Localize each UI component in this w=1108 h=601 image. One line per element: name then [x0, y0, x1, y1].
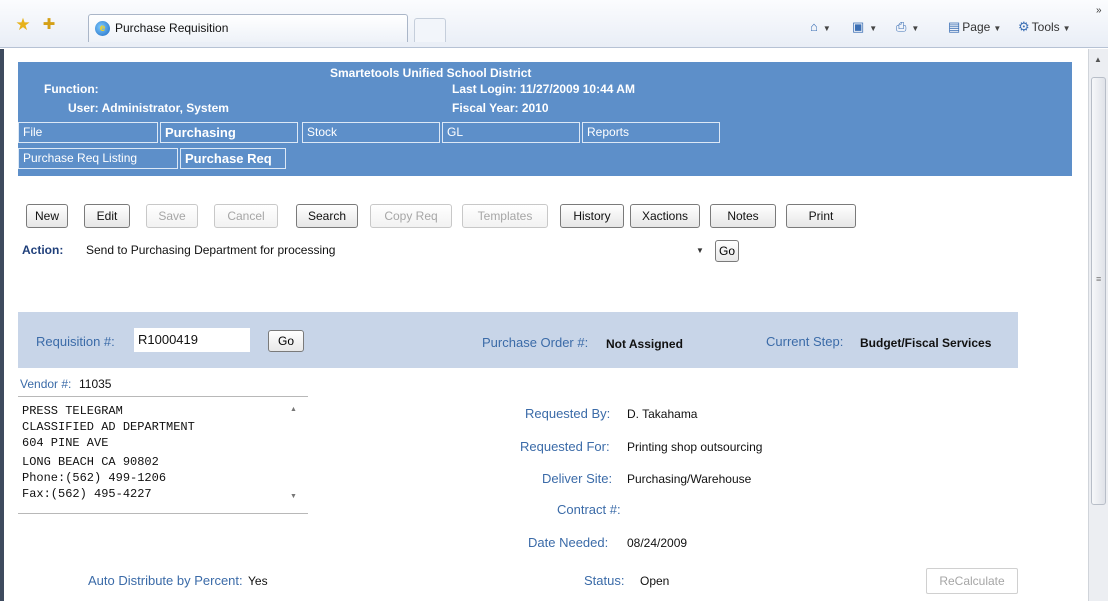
address-line: 604 PINE AVE: [22, 436, 109, 450]
notes-button[interactable]: Notes: [710, 204, 776, 228]
templates-button[interactable]: Templates: [462, 204, 548, 228]
grip-icon: ≡: [1096, 274, 1102, 284]
edit-button[interactable]: Edit: [84, 204, 130, 228]
requested-for-value: Printing shop outsourcing: [627, 440, 763, 454]
action-label: Action:: [22, 243, 64, 257]
auto-distribute-label: Auto Distribute by Percent:: [88, 573, 243, 588]
print-browser-button[interactable]: ⎙ ▼: [896, 18, 923, 36]
new-button[interactable]: New: [26, 204, 68, 228]
district-name: Smartetools Unified School District: [330, 66, 532, 80]
deliver-site-label: Deliver Site:: [542, 471, 613, 486]
scroll-down-icon[interactable]: ▼: [290, 493, 297, 500]
page-menu[interactable]: ▤ Page ▼: [948, 18, 1005, 36]
action-selected-value: Send to Purchasing Department for proces…: [86, 243, 336, 257]
address-line: CLASSIFIED AD DEPARTMENT: [22, 420, 195, 434]
status-value: Open: [640, 574, 670, 588]
purchase-order-label: Purchase Order #:: [482, 335, 589, 350]
requisition-input[interactable]: R1000419: [134, 328, 250, 352]
status-label: Status:: [584, 573, 625, 588]
browser-toolbar: ★ ✚ e Purchase Requisition ⌂ ▼ ▣ ▼ ⎙ ▼ ▤ Pag…: [0, 0, 1108, 48]
scrollbar-thumb[interactable]: ≡: [1091, 77, 1106, 505]
vertical-scrollbar[interactable]: ▲ ≡: [1088, 49, 1108, 601]
vendor-label: Vendor #:: [20, 377, 72, 391]
chevron-down-icon: ▼: [993, 24, 1002, 33]
requisition-go-button[interactable]: Go: [268, 330, 304, 352]
fiscal-year: Fiscal Year: 2010: [452, 101, 549, 115]
scroll-up-icon[interactable]: ▲: [290, 406, 297, 413]
xactions-button[interactable]: Xactions: [630, 204, 700, 228]
chevron-down-icon: ▼: [822, 24, 831, 33]
overflow-chevron-icon[interactable]: »: [1096, 2, 1102, 20]
menu-purchasing[interactable]: Purchasing: [160, 122, 298, 143]
address-line: Fax:(562) 495-4227: [22, 487, 152, 501]
feeds-icon: ▣: [852, 19, 865, 34]
menu-stock[interactable]: Stock: [302, 122, 440, 143]
menu-gl[interactable]: GL: [442, 122, 580, 143]
save-button[interactable]: Save: [146, 204, 198, 228]
tools-menu-label: Tools: [1031, 20, 1060, 34]
recalculate-button[interactable]: ReCalculate: [926, 568, 1018, 594]
requested-by-label: Requested By:: [525, 406, 611, 421]
address-line: Phone:(562) 499-1206: [22, 471, 167, 485]
cancel-button[interactable]: Cancel: [214, 204, 278, 228]
ie-page-icon: e: [95, 21, 110, 36]
purchase-order-value: Not Assigned: [606, 337, 683, 351]
user-name: User: Administrator, System: [68, 101, 229, 115]
browser-tab-title: Purchase Requisition: [115, 21, 229, 35]
function-label: Function:: [44, 82, 99, 96]
chevron-down-icon: ▼: [1062, 24, 1071, 33]
current-step-value: Budget/Fiscal Services: [860, 336, 992, 350]
action-go-button[interactable]: Go: [715, 240, 739, 262]
chevron-down-icon[interactable]: ▼: [696, 246, 704, 255]
feeds-button[interactable]: ▣ ▼: [852, 18, 881, 36]
menu-file[interactable]: File: [18, 122, 158, 143]
chevron-down-icon: ▼: [869, 24, 878, 33]
vendor-number: 11035: [79, 377, 112, 391]
gear-icon: ⚙: [1018, 19, 1030, 34]
requested-for-label: Requested For:: [520, 439, 610, 454]
last-login: Last Login: 11/27/2009 10:44 AM: [452, 82, 635, 96]
home-button[interactable]: ⌂ ▼: [810, 18, 835, 36]
auto-distribute-value: Yes: [248, 574, 268, 588]
home-icon: ⌂: [810, 19, 818, 34]
copy-req-button[interactable]: Copy Req: [370, 204, 452, 228]
history-button[interactable]: History: [560, 204, 624, 228]
address-line: PRESS TELEGRAM: [22, 404, 123, 418]
browser-tab[interactable]: e Purchase Requisition: [88, 14, 408, 42]
contract-label: Contract #:: [557, 502, 621, 517]
page-menu-label: Page: [962, 20, 991, 34]
favorites-star-icon[interactable]: ★: [14, 16, 32, 34]
menu-reports[interactable]: Reports: [582, 122, 720, 143]
app-header: Smartetools Unified School District Func…: [18, 62, 1072, 176]
add-favorites-icon[interactable]: ✚: [40, 16, 58, 34]
requisition-label: Requisition #:: [36, 334, 115, 349]
tools-menu[interactable]: ⚙ Tools ▼: [1018, 18, 1075, 36]
new-tab-button[interactable]: [414, 18, 446, 42]
submenu-purchase-req[interactable]: Purchase Req: [180, 148, 286, 169]
current-step-label: Current Step:: [766, 334, 844, 349]
submenu-purchase-req-listing[interactable]: Purchase Req Listing: [18, 148, 178, 169]
printer-icon: ⎙: [896, 19, 907, 34]
chevron-down-icon: ▼: [911, 24, 920, 33]
deliver-site-value: Purchasing/Warehouse: [627, 472, 752, 486]
address-line: LONG BEACH CA 90802: [22, 455, 159, 469]
print-button[interactable]: Print: [786, 204, 856, 228]
date-needed-label: Date Needed:: [528, 535, 609, 550]
date-needed-value: 08/24/2009: [627, 536, 688, 550]
requested-by-value: D. Takahama: [627, 407, 698, 421]
search-button[interactable]: Search: [296, 204, 358, 228]
page-icon: ▤: [948, 19, 961, 34]
scroll-up-icon[interactable]: ▲: [1094, 55, 1102, 64]
